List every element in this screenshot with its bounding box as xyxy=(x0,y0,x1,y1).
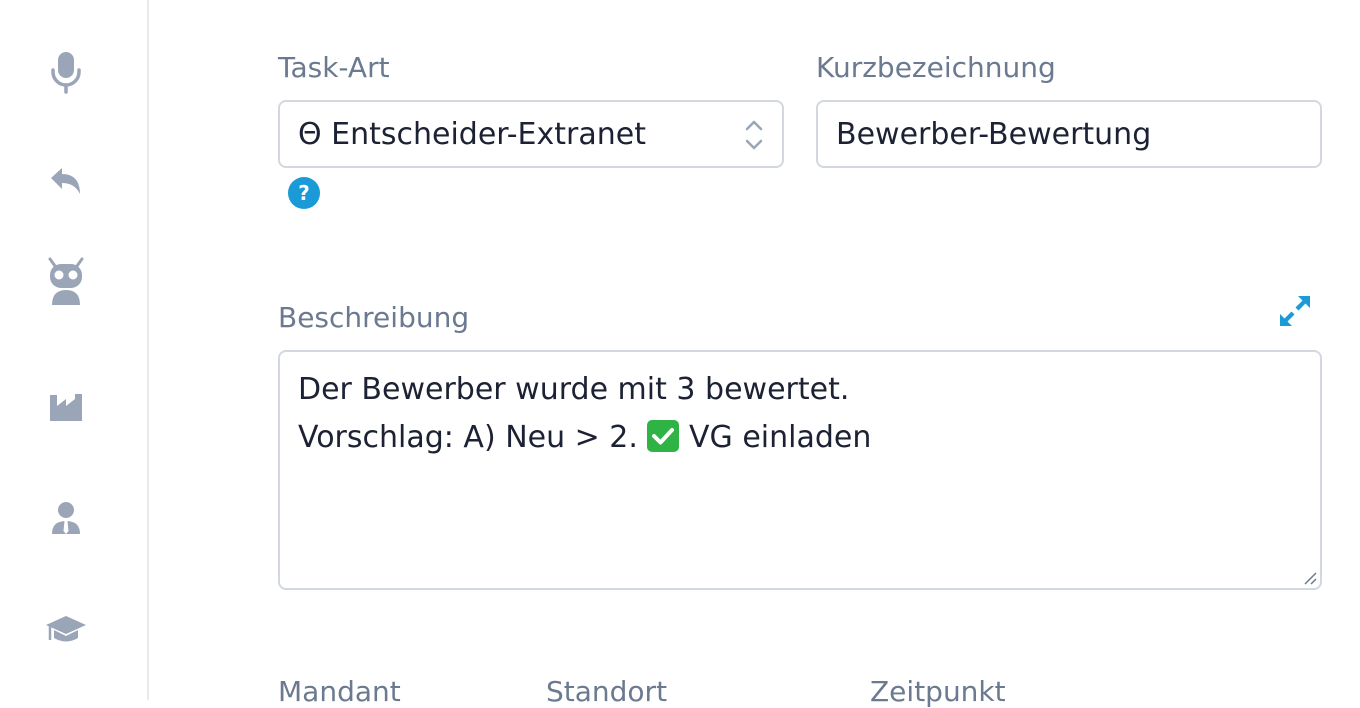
user-tie-icon[interactable] xyxy=(42,494,90,542)
short-name-input[interactable]: Bewerber-Bewertung xyxy=(816,100,1322,168)
task-type-value: Θ Entscheider-Extranet xyxy=(298,117,646,152)
description-line-2-start: Vorschlag: A) Neu > 2. xyxy=(298,420,638,455)
help-icon[interactable]: ? xyxy=(288,177,320,209)
location-label: Standort xyxy=(546,678,667,706)
microphone-icon[interactable] xyxy=(42,48,90,96)
description-label: Beschreibung xyxy=(278,304,469,332)
description-line-2-end: VG einladen xyxy=(689,420,871,455)
sidebar xyxy=(0,0,149,700)
description-textarea[interactable]: Der Bewerber wurde mit 3 bewertet. Vorsc… xyxy=(278,350,1322,590)
client-label: Mandant xyxy=(278,678,401,706)
main-form: Task-Art Θ Entscheider-Extranet ? Kurzbe… xyxy=(150,0,1360,700)
description-line-2: Vorschlag: A) Neu > 2. VG einladen xyxy=(298,414,1302,462)
short-name-value: Bewerber-Bewertung xyxy=(836,117,1151,152)
robot-icon[interactable] xyxy=(42,258,90,306)
expand-icon[interactable] xyxy=(1278,294,1312,328)
factory-icon[interactable] xyxy=(42,383,90,431)
reply-icon[interactable] xyxy=(42,158,90,206)
time-label: Zeitpunkt xyxy=(870,678,1006,706)
description-line-1: Der Bewerber wurde mit 3 bewertet. xyxy=(298,366,1302,414)
check-mark-icon xyxy=(647,420,679,452)
short-name-label: Kurzbezeichnung xyxy=(816,54,1056,82)
resize-handle-icon[interactable] xyxy=(1302,570,1318,586)
task-type-select[interactable]: Θ Entscheider-Extranet xyxy=(278,100,784,168)
graduation-cap-icon[interactable] xyxy=(42,606,90,654)
task-type-label: Task-Art xyxy=(278,54,390,82)
chevron-up-down-icon xyxy=(744,118,764,152)
